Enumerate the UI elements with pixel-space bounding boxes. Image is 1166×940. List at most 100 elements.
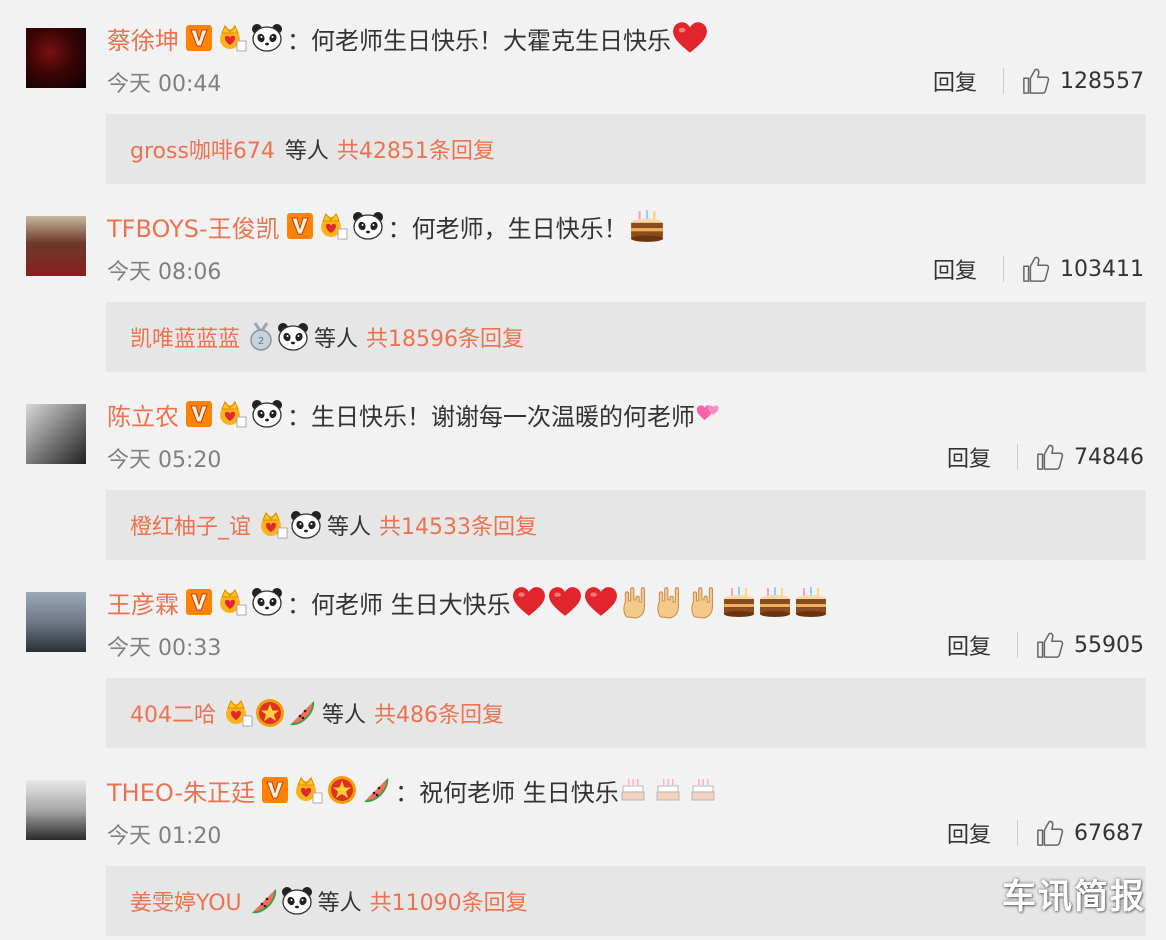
thumbs-up-icon[interactable] [1036, 443, 1064, 471]
heart-icon [672, 21, 708, 55]
two-hearts-icon [696, 401, 722, 427]
sub-replies-bar[interactable]: 橙红柚子_谊 等人 共14533条回复 [106, 490, 1146, 560]
rock-hand-icon [654, 585, 686, 619]
comment-item: 陈立农 ： 生日快乐！谢谢每一次温暖的何老师 今天 05:20 回复 74846… [0, 376, 1166, 564]
avatar[interactable] [26, 592, 86, 652]
sub-reply-total-link[interactable]: 共42851条回复 [337, 133, 495, 165]
comment-text: 何老师 生日大快乐 [311, 590, 511, 619]
heart-icon [512, 586, 546, 618]
sub-reply-total-link[interactable]: 共14533条回复 [379, 509, 537, 541]
cake-icon [794, 585, 828, 619]
vip-v-icon [185, 588, 213, 616]
sub-replies-bar[interactable]: 404二哈 等人 共486条回复 [106, 678, 1146, 748]
gold-star-icon [327, 775, 357, 805]
thumbs-up-icon[interactable] [1022, 255, 1050, 283]
avatar[interactable] [26, 28, 86, 88]
thumbs-up-icon[interactable] [1036, 631, 1064, 659]
crown-heart-icon [318, 211, 348, 241]
mini-cake-icon [620, 777, 646, 803]
cake-icon [722, 585, 756, 619]
sub-replies-bar[interactable]: 姜雯婷YOU 等人 共11090条回复 [106, 866, 1146, 936]
rock-hand-icon [688, 585, 720, 619]
panda-icon [352, 211, 384, 241]
like-count: 103411 [1060, 256, 1144, 282]
gold-star-icon [255, 698, 285, 728]
comment-item: 王彦霖 ： 何老师 生日大快乐 今天 00:33 回复 55905 404二哈 … [0, 564, 1166, 752]
sub-reply-username[interactable]: 凯唯蓝蓝蓝 [130, 321, 240, 353]
comment-text: 何老师生日快乐！大霍克生日快乐 [311, 26, 671, 55]
vip-v-icon [261, 776, 289, 804]
sub-reply-total-link[interactable]: 共486条回复 [374, 697, 504, 729]
cake-icon [758, 585, 792, 619]
panda-icon [290, 510, 322, 540]
panda-icon [281, 886, 313, 916]
panda-icon [251, 23, 283, 53]
username-link[interactable]: 王彦霖 [107, 585, 179, 620]
username-link[interactable]: 蔡徐坤 [107, 21, 179, 56]
watermelon-icon [287, 698, 317, 728]
thumbs-up-icon[interactable] [1036, 819, 1064, 847]
comment-time: 今天 00:44 [107, 72, 222, 97]
comment-time: 今天 08:06 [107, 260, 222, 285]
divider [1003, 256, 1005, 282]
avatar[interactable] [26, 404, 86, 464]
comment-item: TFBOYS-王俊凯 ： 何老师，生日快乐！ 今天 08:06 回复 10341… [0, 188, 1166, 376]
rock-hand-icon [620, 585, 652, 619]
sub-reply-etc: 等人 [314, 327, 359, 352]
like-count: 67687 [1074, 820, 1144, 846]
reply-button[interactable]: 回复 [933, 65, 977, 97]
avatar[interactable] [26, 780, 86, 840]
like-count: 128557 [1060, 68, 1144, 94]
divider [1017, 444, 1018, 470]
heart-icon [584, 586, 618, 618]
crown-heart-icon [258, 510, 288, 540]
cake-icon [629, 208, 665, 244]
watermark-text: 车讯简报 [1002, 877, 1146, 917]
reply-button[interactable]: 回复 [947, 817, 991, 849]
crown-heart-icon [223, 698, 253, 728]
panda-icon [251, 587, 283, 617]
colon: ： [387, 214, 412, 243]
username-link[interactable]: TFBOYS-王俊凯 [107, 209, 280, 244]
heart-icon [548, 586, 582, 618]
sub-reply-etc: 等人 [317, 891, 362, 916]
vip-v-icon [185, 24, 213, 52]
colon: ： [395, 778, 420, 807]
reply-button[interactable]: 回复 [933, 253, 977, 285]
vip-v-icon [185, 400, 213, 428]
crown-heart-icon [217, 23, 247, 53]
panda-icon [277, 322, 309, 352]
colon: ： [287, 26, 311, 55]
crown-heart-icon [217, 399, 247, 429]
sub-replies-bar[interactable]: 凯唯蓝蓝蓝 等人 共18596条回复 [106, 302, 1146, 372]
comment-time: 今天 01:20 [107, 824, 222, 849]
comment-item: 蔡徐坤 ： 何老师生日快乐！大霍克生日快乐 今天 00:44 回复 128557… [0, 0, 1166, 188]
sub-reply-etc: 等人 [284, 139, 329, 164]
mini-cake-icon [690, 777, 716, 803]
avatar[interactable] [26, 216, 86, 276]
reply-button[interactable]: 回复 [947, 441, 991, 473]
watermelon-icon [361, 775, 391, 805]
divider [1017, 632, 1018, 658]
crown-heart-icon [217, 587, 247, 617]
panda-icon [251, 399, 283, 429]
divider [1003, 68, 1005, 94]
username-link[interactable]: 陈立农 [107, 397, 179, 432]
sub-reply-username[interactable]: gross咖啡674 [130, 133, 275, 165]
sub-replies-bar[interactable]: gross咖啡674 等人 共42851条回复 [106, 114, 1146, 184]
sub-reply-username[interactable]: 404二哈 [130, 697, 216, 729]
like-count: 74846 [1074, 444, 1144, 470]
comment-item: THEO-朱正廷 ： 祝何老师 生日快乐 今天 01:20 回复 67687 姜… [0, 752, 1166, 940]
sub-reply-etc: 等人 [322, 703, 367, 728]
like-count: 55905 [1074, 632, 1144, 658]
username-link[interactable]: THEO-朱正廷 [107, 773, 255, 808]
sub-reply-username[interactable]: 姜雯婷YOU [130, 885, 242, 917]
sub-reply-total-link[interactable]: 共11090条回复 [370, 885, 528, 917]
comment-text: 生日快乐！谢谢每一次温暖的何老师 [311, 402, 695, 431]
reply-button[interactable]: 回复 [947, 629, 991, 661]
colon: ： [287, 590, 311, 619]
sub-reply-total-link[interactable]: 共18596条回复 [366, 321, 524, 353]
medal-icon [247, 322, 275, 352]
thumbs-up-icon[interactable] [1022, 67, 1050, 95]
sub-reply-username[interactable]: 橙红柚子_谊 [130, 509, 251, 541]
